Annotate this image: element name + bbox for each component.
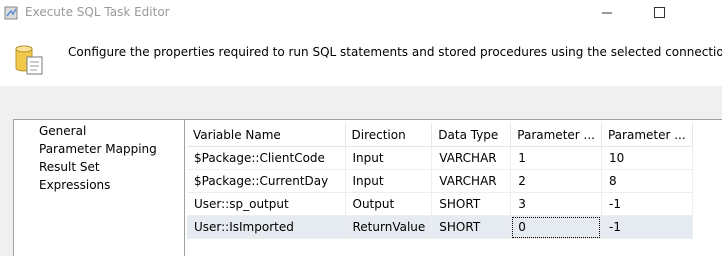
column-header-parameter-name[interactable]: Parameter ...: [510, 123, 602, 147]
column-header-parameter-size[interactable]: Parameter ...: [601, 123, 693, 147]
column-header-variable-name[interactable]: Variable Name: [187, 123, 346, 147]
parameter-name-cell[interactable]: 0: [510, 215, 602, 239]
variable-name-cell[interactable]: User::sp_output: [187, 192, 346, 216]
dialog-description: Configure the properties required to run…: [68, 45, 722, 59]
parameter-name-cell[interactable]: 1: [510, 146, 602, 170]
maximize-button[interactable]: [637, 0, 683, 26]
variable-name-cell[interactable]: User::IsImported: [187, 215, 346, 239]
column-header-data-type[interactable]: Data Type: [431, 123, 512, 147]
data-type-cell[interactable]: VARCHAR: [431, 146, 512, 170]
database-script-icon: [15, 45, 43, 75]
ssis-app-icon: [4, 6, 18, 20]
direction-cell[interactable]: Output: [345, 192, 433, 216]
window-title: Execute SQL Task Editor: [25, 5, 170, 19]
table-row[interactable]: $Package::CurrentDay Input VARCHAR 2 8: [187, 169, 693, 193]
title-bar: Execute SQL Task Editor: [0, 0, 722, 26]
minimize-icon: [602, 12, 612, 14]
parameter-name-cell[interactable]: 3: [510, 192, 602, 216]
minimize-button[interactable]: [584, 0, 630, 26]
column-header-direction[interactable]: Direction: [345, 123, 433, 147]
maximize-icon: [654, 7, 665, 18]
table-row[interactable]: User::sp_output Output SHORT 3 -1: [187, 192, 693, 216]
nav-item-general[interactable]: General: [39, 124, 86, 138]
parameter-size-cell[interactable]: -1: [601, 192, 693, 216]
parameter-name-cell[interactable]: 2: [510, 169, 602, 193]
data-type-cell[interactable]: SHORT: [431, 215, 512, 239]
data-type-cell[interactable]: SHORT: [431, 192, 512, 216]
dialog-header: Configure the properties required to run…: [0, 26, 722, 86]
nav-item-result-set[interactable]: Result Set: [39, 160, 100, 174]
header-row: Variable Name Direction Data Type Parame…: [187, 123, 693, 147]
nav-item-parameter-mapping[interactable]: Parameter Mapping: [39, 142, 157, 156]
nav-list: General Parameter Mapping Result Set Exp…: [13, 119, 185, 256]
parameter-grid: Variable Name Direction Data Type Parame…: [184, 119, 722, 256]
direction-cell[interactable]: ReturnValue: [345, 215, 433, 239]
variable-name-cell[interactable]: $Package::CurrentDay: [187, 169, 346, 193]
parameter-table: Variable Name Direction Data Type Parame…: [187, 123, 693, 239]
direction-cell[interactable]: Input: [345, 146, 433, 170]
nav-item-expressions[interactable]: Expressions: [39, 178, 110, 192]
parameter-size-cell[interactable]: 10: [601, 146, 693, 170]
variable-name-cell[interactable]: $Package::ClientCode: [187, 146, 346, 170]
parameter-size-cell[interactable]: 8: [601, 169, 693, 193]
table-row-selected[interactable]: User::IsImported ReturnValue SHORT 0 -1: [187, 215, 693, 239]
data-type-cell[interactable]: VARCHAR: [431, 169, 512, 193]
direction-cell[interactable]: Input: [345, 169, 433, 193]
parameter-size-cell[interactable]: -1: [601, 215, 693, 239]
table-row[interactable]: $Package::ClientCode Input VARCHAR 1 10: [187, 146, 693, 170]
